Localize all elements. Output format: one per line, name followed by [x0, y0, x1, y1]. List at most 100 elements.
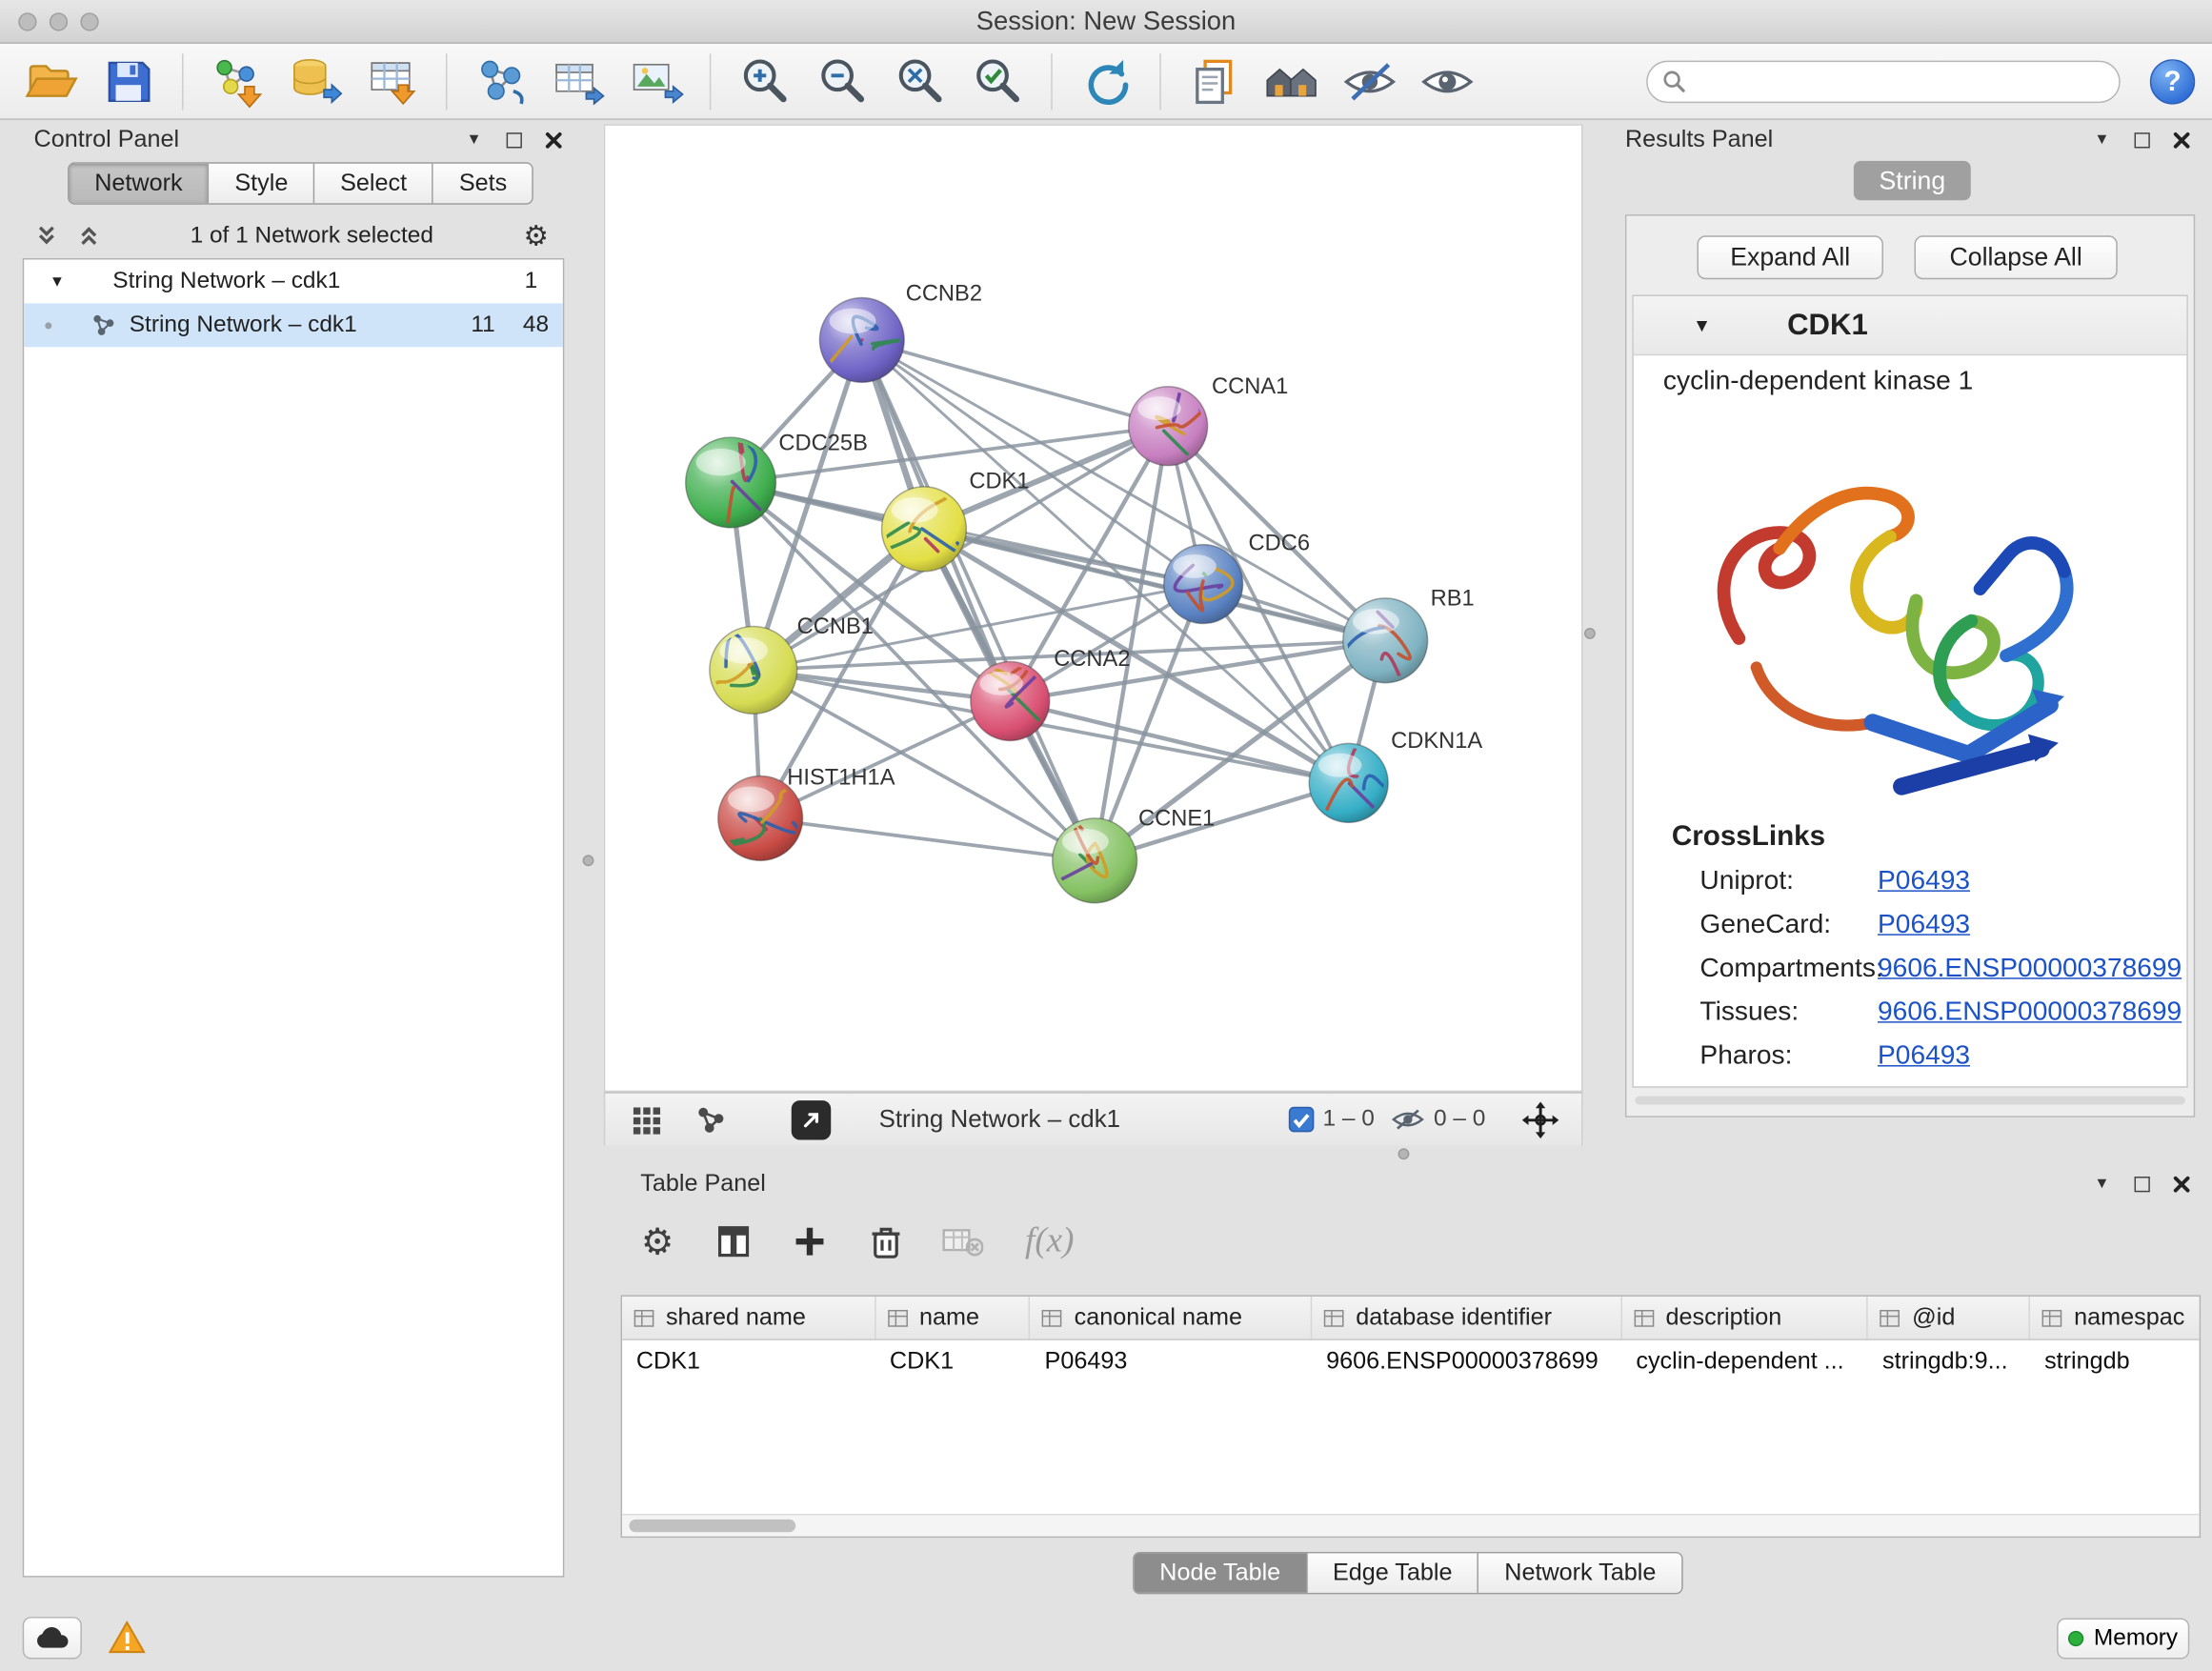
close-window-button[interactable] — [18, 12, 36, 30]
zoom-window-button[interactable] — [80, 12, 98, 30]
delete-table-button[interactable] — [934, 1215, 990, 1268]
zoom-out-button[interactable] — [809, 49, 876, 113]
table-row[interactable]: CDK1 CDK1 P06493 9606.ENSP00000378699 cy… — [622, 1340, 2200, 1381]
zoom-selected-icon — [969, 53, 1025, 110]
network-node-CCNB1[interactable] — [700, 627, 797, 715]
show-all-button[interactable] — [1414, 49, 1481, 113]
export-image-button[interactable] — [622, 49, 690, 113]
home-button[interactable] — [1258, 49, 1326, 113]
help-button[interactable]: ? — [2150, 58, 2195, 103]
right-splitter-handle[interactable] — [1584, 628, 1596, 639]
column-header[interactable]: shared name — [622, 1297, 875, 1339]
tab-string[interactable]: String — [1854, 161, 1971, 200]
memory-button[interactable]: Memory — [2057, 1619, 2189, 1660]
collapse-all-networks-button[interactable] — [31, 224, 63, 247]
uniprot-link[interactable]: P06493 — [1878, 866, 1970, 897]
tissues-link[interactable]: 9606.ENSP00000378699 — [1878, 997, 2182, 1029]
network-node-CDC25B[interactable] — [686, 433, 793, 542]
import-table-from-file-button[interactable] — [358, 49, 426, 113]
table-settings-gear-button[interactable]: ⚙ — [629, 1215, 685, 1268]
results-panel: Results Panel ▼ String Expand All Collap… — [1597, 121, 2212, 1122]
tab-select[interactable]: Select — [314, 164, 433, 203]
new-table-button[interactable] — [545, 49, 613, 113]
table-panel-menu-button[interactable]: ▼ — [2091, 1173, 2114, 1196]
results-scrollbar[interactable] — [1635, 1097, 2185, 1105]
new-network-button[interactable] — [467, 49, 534, 113]
tab-style[interactable]: Style — [210, 164, 315, 203]
expand-all-button[interactable]: Expand All — [1697, 235, 1882, 279]
horizontal-splitter-handle[interactable] — [1398, 1148, 1410, 1159]
scrollbar-thumb[interactable] — [629, 1520, 795, 1532]
left-splitter-handle[interactable] — [583, 855, 594, 866]
control-panel-close-button[interactable] — [542, 129, 565, 151]
show-columns-button[interactable] — [705, 1215, 761, 1268]
hide-selected-button[interactable] — [1336, 49, 1403, 113]
pharos-link[interactable]: P06493 — [1878, 1041, 1970, 1073]
tab-network-table[interactable]: Network Table — [1479, 1553, 1681, 1592]
network-node-CDK1[interactable] — [864, 479, 972, 571]
save-session-button[interactable] — [94, 49, 162, 113]
zoom-in-button[interactable] — [731, 49, 798, 113]
column-header[interactable]: name — [875, 1297, 1031, 1339]
network-list-button[interactable] — [687, 1098, 734, 1140]
copy-button[interactable] — [1180, 49, 1248, 113]
column-header[interactable]: database identifier — [1312, 1297, 1621, 1339]
tab-node-table[interactable]: Node Table — [1135, 1553, 1308, 1592]
network-row[interactable]: ● String Network – cdk1 11 48 — [24, 303, 563, 347]
column-header[interactable]: @id — [1868, 1297, 2030, 1339]
control-panel-float-button[interactable] — [502, 129, 525, 151]
network-node-CDC6[interactable] — [1164, 545, 1243, 624]
column-header[interactable]: canonical name — [1031, 1297, 1313, 1339]
expand-all-networks-button[interactable] — [73, 224, 105, 247]
network-collection-row[interactable]: ▼ String Network – cdk1 1 — [24, 259, 563, 303]
add-column-button[interactable] — [781, 1215, 837, 1268]
network-node-CDKN1A[interactable] — [1309, 727, 1396, 839]
warning-icon — [109, 1621, 146, 1656]
protein-card-header[interactable]: ▼ CDK1 — [1634, 296, 2186, 355]
import-network-from-database-button[interactable] — [281, 49, 349, 113]
warnings-button[interactable] — [99, 1617, 155, 1659]
network-node-RB1[interactable] — [1342, 598, 1427, 721]
control-panel-menu-button[interactable]: ▼ — [463, 129, 486, 151]
import-table-icon — [364, 53, 420, 110]
network-node-CCNE1[interactable] — [1041, 818, 1136, 903]
column-header[interactable]: namespac — [2030, 1297, 2199, 1339]
search-input[interactable] — [1697, 69, 2104, 94]
birds-eye-view-button[interactable] — [792, 1099, 831, 1138]
minimize-window-button[interactable] — [50, 12, 68, 30]
compartments-link[interactable]: 9606.ENSP00000378699 — [1878, 954, 2182, 985]
collection-collapse-icon[interactable]: ▼ — [50, 273, 65, 291]
network-canvas[interactable]: CCNB2CCNA1CDC25BCDK1CDC6RB1CCNB1CCNA2CDK… — [605, 126, 1581, 1091]
tab-sets[interactable]: Sets — [433, 164, 533, 203]
grid-view-button[interactable] — [622, 1098, 670, 1140]
refresh-button[interactable] — [1072, 49, 1139, 113]
results-panel-close-button[interactable] — [2170, 129, 2193, 151]
table-panel-close-button[interactable] — [2170, 1173, 2193, 1196]
column-header[interactable]: description — [1622, 1297, 1869, 1339]
zoom-selected-button[interactable] — [963, 49, 1031, 113]
collapse-all-button[interactable]: Collapse All — [1915, 235, 2118, 279]
open-session-button[interactable] — [17, 49, 85, 113]
results-panel-float-button[interactable] — [2130, 129, 2153, 151]
fit-content-crosshair-button[interactable] — [1517, 1098, 1564, 1140]
function-builder-button[interactable]: f(x) — [1010, 1215, 1089, 1268]
selected-checkbox-icon[interactable] — [1287, 1106, 1314, 1133]
delete-column-button[interactable] — [857, 1215, 914, 1268]
double-chevron-up-icon — [77, 224, 100, 247]
cloud-status-button[interactable] — [23, 1617, 82, 1659]
network-node-CCNB2[interactable] — [802, 297, 904, 385]
window-title: Session: New Session — [0, 6, 2212, 37]
network-node-CCNA1[interactable] — [1129, 365, 1208, 474]
table-panel-float-button[interactable] — [2130, 1173, 2153, 1196]
genecard-link[interactable]: P06493 — [1878, 910, 1970, 941]
results-panel-menu-button[interactable]: ▼ — [2091, 129, 2114, 151]
network-view[interactable]: CCNB2CCNA1CDC25BCDK1CDC6RB1CCNB1CCNA2CDK… — [604, 124, 1583, 1092]
collapse-section-icon[interactable]: ▼ — [1693, 314, 1711, 335]
open-folder-icon — [23, 53, 79, 110]
import-network-from-file-button[interactable] — [203, 49, 271, 113]
zoom-fit-button[interactable] — [886, 49, 954, 113]
hidden-eye-slash-icon[interactable] — [1392, 1106, 1426, 1133]
tab-edge-table[interactable]: Edge Table — [1307, 1553, 1478, 1592]
network-options-gear-button[interactable]: ⚙ — [519, 219, 553, 253]
tab-network[interactable]: Network — [70, 164, 210, 203]
